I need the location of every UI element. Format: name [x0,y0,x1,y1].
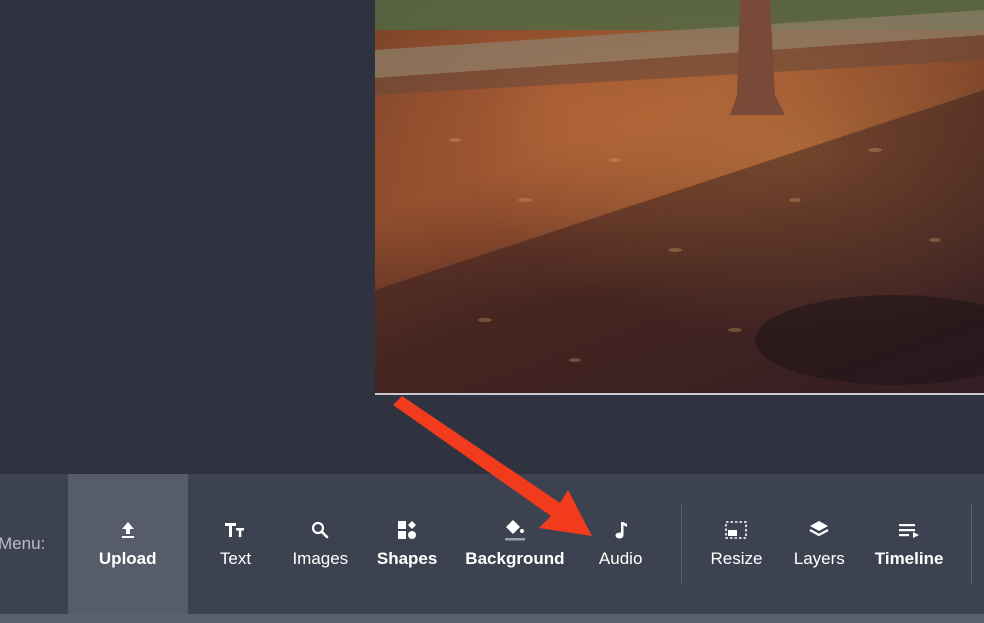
timeline-button[interactable]: Timeline [859,474,959,614]
paint-bucket-icon [504,519,526,541]
images-button[interactable]: Images [283,474,357,614]
search-icon [311,519,329,541]
audio-button[interactable]: Audio [573,474,669,614]
toolbar-divider [680,504,682,584]
resize-icon [725,519,748,541]
background-label: Background [465,549,565,568]
music-note-icon [614,519,628,541]
shapes-button[interactable]: Shapes [357,474,457,614]
timeline-label: Timeline [874,549,944,568]
text-label: Text [219,549,252,568]
text-button[interactable]: Text [188,474,284,614]
resize-button[interactable]: Resize [694,474,780,614]
editor-workspace [0,0,984,474]
shapes-label: Shapes [376,549,438,568]
shapes-icon [397,519,417,541]
bottom-edge [0,614,984,623]
upload-label: Upload [98,549,157,568]
audio-label: Audio [598,549,643,568]
text-icon [224,519,246,541]
canvas-photo[interactable] [375,0,984,394]
timeline-icon [898,519,920,541]
photo-scene [375,0,984,394]
menu-label: Menu: [0,534,46,553]
bottom-toolbar: Menu: Upload Text Images Shapes Backgrou… [0,474,984,614]
layers-button[interactable]: Layers [779,474,859,614]
canvas-edge [375,393,984,395]
layers-icon [809,519,829,541]
layers-label: Layers [793,549,845,568]
toolbar-divider-right [970,504,972,584]
upload-button[interactable]: Upload [67,474,188,614]
images-label: Images [292,549,349,568]
resize-label: Resize [710,549,763,568]
background-button[interactable]: Background [457,474,573,614]
upload-icon [120,519,136,541]
